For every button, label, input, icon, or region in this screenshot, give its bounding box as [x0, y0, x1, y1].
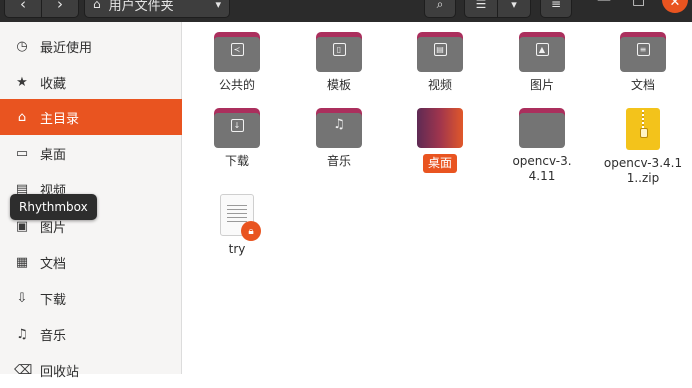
- chevron-down-icon: ▾: [215, 0, 221, 11]
- text-file-icon: 🔒︎: [220, 194, 261, 241]
- video-icon: ▤: [433, 43, 447, 56]
- file-label: 文档: [630, 78, 655, 92]
- sidebar-item-label: 收藏: [40, 76, 67, 92]
- path-bar-button[interactable]: ⌂ 用户文件夹 ▾: [84, 0, 230, 18]
- sidebar-item-label: 下载: [40, 292, 67, 308]
- folder-icon: ▤: [417, 32, 463, 72]
- file-label: 图片: [529, 78, 554, 92]
- close-icon: ✕: [669, 0, 681, 10]
- music-icon: ♫: [16, 326, 28, 342]
- folder-icon: ≡: [620, 32, 666, 72]
- sidebar-item-label: 主目录: [40, 111, 80, 127]
- file-label: 桌面: [422, 154, 457, 173]
- view-toggle-button[interactable]: ☰: [464, 0, 498, 18]
- folder-icon: ≺: [214, 32, 260, 72]
- file-label: 音乐: [326, 154, 351, 168]
- file-label: 模板: [326, 78, 351, 92]
- file-label: opencv-3.4.11..zip: [603, 156, 683, 185]
- sidebar-item-music[interactable]: ♫ 音乐: [0, 316, 182, 352]
- desktop-folder-icon: [417, 108, 463, 148]
- folder-icon: ▯: [316, 32, 362, 72]
- header-bar: ‹ › ⌂ 用户文件夹 ▾ ⌕ ☰ ▾ ≡ — □ ✕: [0, 0, 692, 22]
- minimize-button[interactable]: —: [597, 0, 611, 8]
- home-icon: ⌂: [93, 0, 101, 11]
- document-icon: ≡: [636, 43, 650, 56]
- folder-icon: ♫: [316, 108, 362, 148]
- back-button[interactable]: ‹: [4, 0, 42, 18]
- path-label: 用户文件夹: [108, 0, 174, 14]
- file-item[interactable]: ≡ 文档: [598, 32, 688, 93]
- sidebar-item-label: 回收站: [40, 364, 80, 380]
- file-view: ≺ 公共的 ▯ 模板 ▤ 视频 ▲ 图片 ≡ 文档 ↓ 下载 ♫ 音乐 桌面 o…: [182, 22, 692, 374]
- file-item[interactable]: ♫ 音乐: [294, 108, 384, 169]
- main-menu-button[interactable]: ≡: [540, 0, 572, 18]
- sidebar-item-trash[interactable]: ⌫ 回收站: [0, 352, 182, 388]
- sidebar-item-home[interactable]: ⌂ 主目录: [0, 99, 182, 135]
- view-options-button[interactable]: ▾: [497, 0, 531, 18]
- zip-icon: [626, 108, 660, 150]
- template-icon: ▯: [332, 43, 346, 56]
- file-label: opencv-3.4.11: [512, 154, 572, 183]
- sidebar-item-documents[interactable]: ▦ 文档: [0, 244, 182, 280]
- chevron-left-icon: ‹: [20, 0, 26, 13]
- file-label: 公共的: [218, 78, 255, 92]
- file-item[interactable]: ▯ 模板: [294, 32, 384, 93]
- file-item[interactable]: ↓ 下载: [192, 108, 282, 169]
- home-icon: ⌂: [17, 109, 27, 125]
- sidebar-item-recent[interactable]: ◷ 最近使用: [0, 28, 182, 64]
- music-icon: ♫: [333, 117, 345, 132]
- tooltip: Rhythmbox: [10, 194, 97, 220]
- chevron-down-icon: ▾: [511, 0, 517, 11]
- image-icon: ▣: [15, 218, 29, 234]
- file-label: try: [228, 242, 246, 256]
- desktop-icon: ▭: [15, 145, 29, 161]
- trash-icon: ⌫: [14, 362, 33, 378]
- file-item[interactable]: opencv-3.4.11..zip: [598, 108, 688, 186]
- sidebar-item-label: 文档: [40, 256, 67, 272]
- clock-icon: ◷: [16, 38, 28, 54]
- sidebar-item-downloads[interactable]: ⇩ 下载: [0, 280, 182, 316]
- forward-button[interactable]: ›: [41, 0, 79, 18]
- file-item[interactable]: 🔒︎ try: [192, 194, 282, 257]
- star-icon: ★: [16, 74, 28, 90]
- sidebar-item-label: 音乐: [40, 328, 67, 344]
- folder-icon: ▲: [519, 32, 565, 72]
- download-icon: ⇩: [16, 290, 28, 306]
- search-icon: ⌕: [436, 0, 444, 11]
- close-button[interactable]: ✕: [662, 0, 688, 13]
- download-icon: ↓: [230, 119, 244, 132]
- share-icon: ≺: [230, 43, 244, 56]
- chevron-right-icon: ›: [57, 0, 63, 13]
- maximize-button[interactable]: □: [632, 0, 645, 8]
- folder-icon: [519, 108, 565, 148]
- file-item-selected[interactable]: 桌面: [395, 108, 485, 173]
- sidebar-item-starred[interactable]: ★ 收藏: [0, 64, 182, 100]
- sidebar-item-label: 桌面: [40, 147, 67, 163]
- file-item[interactable]: ≺ 公共的: [192, 32, 282, 93]
- document-icon: ▦: [15, 254, 29, 270]
- file-label: 下载: [224, 154, 249, 168]
- image-icon: ▲: [535, 43, 549, 56]
- hamburger-icon: ≡: [550, 0, 562, 11]
- file-item[interactable]: opencv-3.4.11: [497, 108, 587, 184]
- file-item[interactable]: ▲ 图片: [497, 32, 587, 93]
- sidebar-item-desktop[interactable]: ▭ 桌面: [0, 135, 182, 171]
- folder-icon: ↓: [214, 108, 260, 148]
- sidebar-item-label: 最近使用: [40, 40, 93, 56]
- lock-icon: 🔒︎: [241, 221, 261, 241]
- search-button[interactable]: ⌕: [424, 0, 456, 18]
- file-label: 视频: [427, 78, 452, 92]
- file-item[interactable]: ▤ 视频: [395, 32, 485, 93]
- list-view-icon: ☰: [475, 0, 487, 11]
